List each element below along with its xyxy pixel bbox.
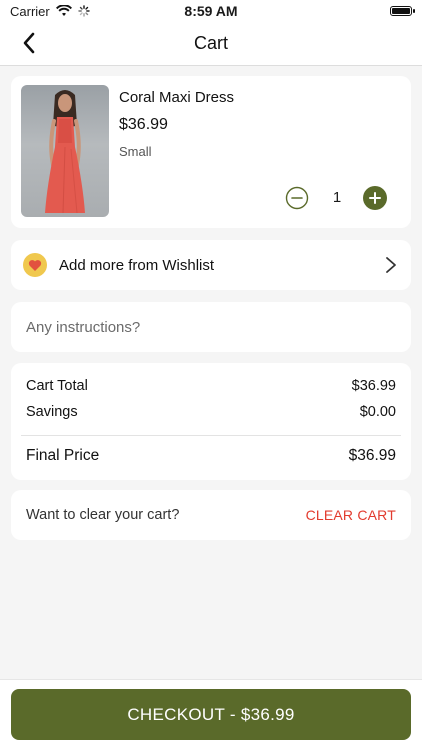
instructions-input[interactable] bbox=[26, 318, 396, 336]
page-title: Cart bbox=[193, 33, 228, 53]
product-size: Small bbox=[119, 144, 152, 159]
status-bar: Carrier 8:59 AM bbox=[0, 0, 422, 22]
product-price: $36.99 bbox=[119, 116, 168, 133]
minus-circle-icon bbox=[285, 186, 309, 210]
product-image[interactable] bbox=[21, 85, 109, 217]
savings-value: $0.00 bbox=[359, 404, 396, 420]
nav-bar: Cart bbox=[0, 22, 422, 66]
clear-cart-button[interactable]: CLEAR CART bbox=[306, 507, 396, 523]
final-price-row: Final Price $36.99 bbox=[26, 447, 396, 465]
quantity-value: 1 bbox=[332, 189, 342, 206]
instructions-card bbox=[11, 302, 411, 352]
totals-card: Cart Total $36.99 Savings $0.00 Final Pr… bbox=[11, 363, 411, 480]
final-price-value: $36.99 bbox=[348, 447, 396, 464]
increase-quantity-button[interactable] bbox=[363, 186, 387, 210]
wishlist-row[interactable]: Add more from Wishlist bbox=[11, 240, 411, 290]
chevron-right-icon bbox=[386, 257, 396, 273]
savings-row: Savings $0.00 bbox=[26, 404, 396, 420]
status-time: 8:59 AM bbox=[184, 3, 238, 19]
wishlist-label: Add more from Wishlist bbox=[59, 256, 215, 274]
savings-label: Savings bbox=[26, 404, 78, 420]
heart-icon bbox=[23, 253, 47, 277]
checkout-button[interactable]: CHECKOUT - $36.99 bbox=[11, 689, 411, 740]
dress-photo-icon bbox=[45, 90, 85, 214]
cart-total-value: $36.99 bbox=[351, 378, 396, 394]
cart-total-label: Cart Total bbox=[26, 378, 88, 394]
clear-cart-card: Want to clear your cart? CLEAR CART bbox=[11, 490, 411, 540]
battery-icon bbox=[390, 6, 415, 16]
totals-divider bbox=[21, 435, 401, 436]
product-name: Coral Maxi Dress bbox=[119, 89, 235, 106]
cart-item-card: Coral Maxi Dress $36.99 Small 1 bbox=[11, 76, 411, 228]
final-price-label: Final Price bbox=[26, 447, 100, 464]
chevron-left-icon bbox=[23, 32, 35, 54]
decrease-quantity-button[interactable] bbox=[285, 186, 309, 210]
clear-cart-prompt: Want to clear your cart? bbox=[26, 507, 180, 523]
checkout-footer: CHECKOUT - $36.99 bbox=[0, 679, 422, 750]
plus-circle-icon bbox=[363, 186, 387, 210]
cart-total-row: Cart Total $36.99 bbox=[26, 378, 396, 394]
back-button[interactable] bbox=[14, 28, 44, 58]
